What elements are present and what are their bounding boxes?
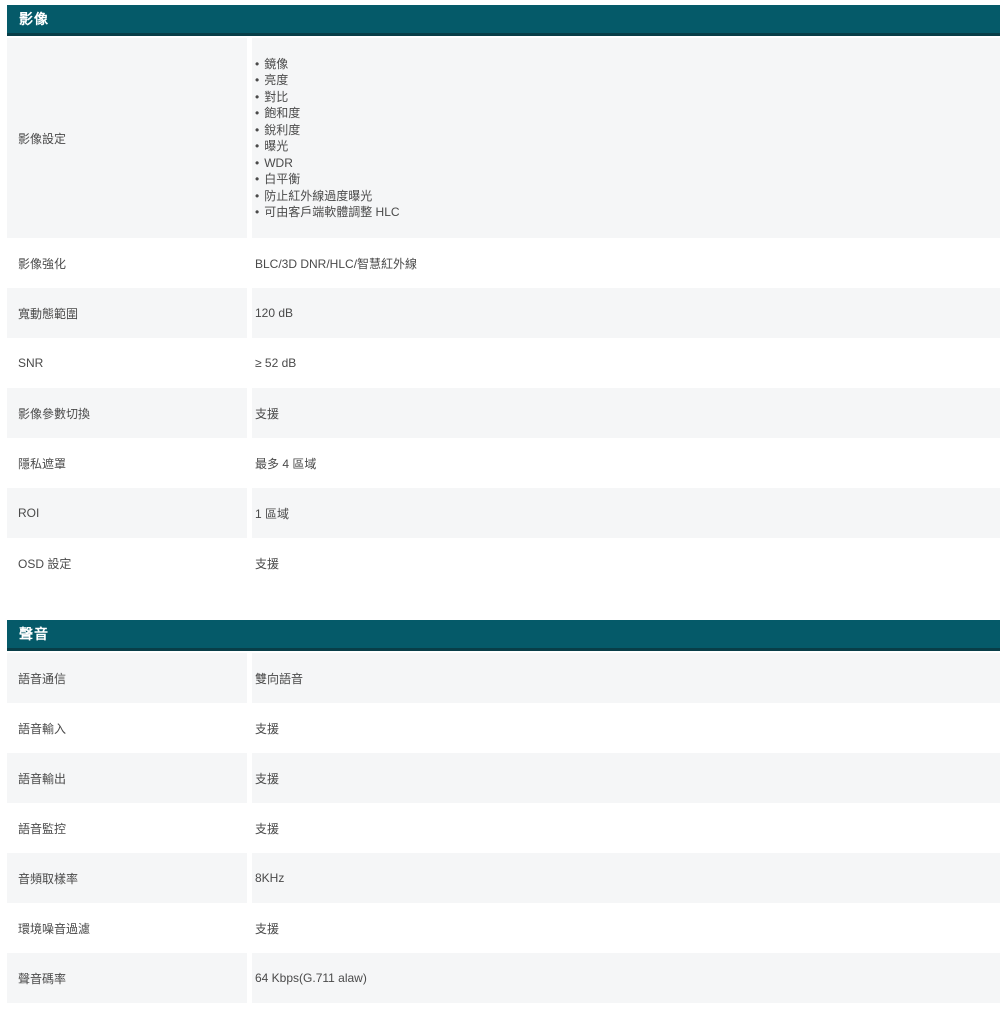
bullet-item: 銳利度: [255, 122, 400, 139]
bullet-item: 可由客戶端軟體調整 HLC: [255, 204, 400, 221]
spec-value: 最多 4 區域: [252, 438, 1000, 488]
spec-row: OSD 設定支援: [7, 538, 1000, 588]
spec-label: 語音輸出: [7, 753, 247, 803]
bullet-item: 防止紅外線過度曝光: [255, 188, 400, 205]
spec-value: BLC/3D DNR/HLC/智慧紅外線: [252, 238, 1000, 288]
bullet-item: 白平衡: [255, 171, 400, 188]
spec-label: 語音監控: [7, 803, 247, 853]
spec-value: ≥ 52 dB: [252, 338, 1000, 388]
bullet-item: 飽和度: [255, 105, 400, 122]
spec-row: 影像參數切換支援: [7, 388, 1000, 438]
spec-value: 支援: [252, 538, 1000, 588]
spec-label: 語音通信: [7, 653, 247, 703]
section-header: 影像: [7, 5, 1000, 36]
spec-value: 支援: [252, 753, 1000, 803]
spec-label: 影像設定: [7, 38, 247, 238]
spec-table: 影像設定鏡像亮度對比飽和度銳利度曝光WDR白平衡防止紅外線過度曝光可由客戶端軟體…: [7, 38, 1000, 588]
spec-table: 語音通信雙向語音語音輸入支援語音輸出支援語音監控支援音頻取樣率8KHz環境噪音過…: [7, 653, 1000, 1003]
spec-section: 影像影像設定鏡像亮度對比飽和度銳利度曝光WDR白平衡防止紅外線過度曝光可由客戶端…: [7, 5, 1000, 588]
spec-label: ROI: [7, 488, 247, 538]
spec-row: 語音輸出支援: [7, 753, 1000, 803]
spec-row: 影像強化BLC/3D DNR/HLC/智慧紅外線: [7, 238, 1000, 288]
spec-label: 語音輸入: [7, 703, 247, 753]
spec-row: 環境噪音過濾支援: [7, 903, 1000, 953]
spec-label: 聲音碼率: [7, 953, 247, 1003]
spec-row: SNR≥ 52 dB: [7, 338, 1000, 388]
section-header: 聲音: [7, 620, 1000, 651]
spec-row: 寬動態範圍120 dB: [7, 288, 1000, 338]
spec-value: 支援: [252, 703, 1000, 753]
spec-row: 語音監控支援: [7, 803, 1000, 853]
spec-section: 聲音語音通信雙向語音語音輸入支援語音輸出支援語音監控支援音頻取樣率8KHz環境噪…: [7, 620, 1000, 1003]
spec-row: 語音輸入支援: [7, 703, 1000, 753]
spec-row: 聲音碼率64 Kbps(G.711 alaw): [7, 953, 1000, 1003]
spec-sheet: 影像影像設定鏡像亮度對比飽和度銳利度曝光WDR白平衡防止紅外線過度曝光可由客戶端…: [7, 5, 1000, 1035]
spec-row: ROI1 區域: [7, 488, 1000, 538]
spec-row: 語音通信雙向語音: [7, 653, 1000, 703]
bullet-item: 對比: [255, 89, 400, 106]
spec-label: OSD 設定: [7, 538, 247, 588]
spec-label: 隱私遮罩: [7, 438, 247, 488]
spec-value: 支援: [252, 903, 1000, 953]
spec-value: 120 dB: [252, 288, 1000, 338]
bullet-item: 曝光: [255, 138, 400, 155]
spec-label: 影像參數切換: [7, 388, 247, 438]
bullet-item: 亮度: [255, 72, 400, 89]
spec-value: 1 區域: [252, 488, 1000, 538]
spec-value: 支援: [252, 803, 1000, 853]
spec-value: 8KHz: [252, 853, 1000, 903]
bullet-item: 鏡像: [255, 56, 400, 73]
spec-value: 雙向語音: [252, 653, 1000, 703]
spec-value: 64 Kbps(G.711 alaw): [252, 953, 1000, 1003]
spec-label: SNR: [7, 338, 247, 388]
spec-label: 音頻取樣率: [7, 853, 247, 903]
spec-label: 寬動態範圍: [7, 288, 247, 338]
spec-row: 影像設定鏡像亮度對比飽和度銳利度曝光WDR白平衡防止紅外線過度曝光可由客戶端軟體…: [7, 38, 1000, 238]
bullet-item: WDR: [255, 155, 400, 172]
spec-label: 影像強化: [7, 238, 247, 288]
spec-row: 隱私遮罩最多 4 區域: [7, 438, 1000, 488]
spec-value: 支援: [252, 388, 1000, 438]
feature-bullet-list: 鏡像亮度對比飽和度銳利度曝光WDR白平衡防止紅外線過度曝光可由客戶端軟體調整 H…: [255, 56, 400, 221]
spec-row: 音頻取樣率8KHz: [7, 853, 1000, 903]
spec-label: 環境噪音過濾: [7, 903, 247, 953]
spec-value: 鏡像亮度對比飽和度銳利度曝光WDR白平衡防止紅外線過度曝光可由客戶端軟體調整 H…: [252, 38, 1000, 238]
